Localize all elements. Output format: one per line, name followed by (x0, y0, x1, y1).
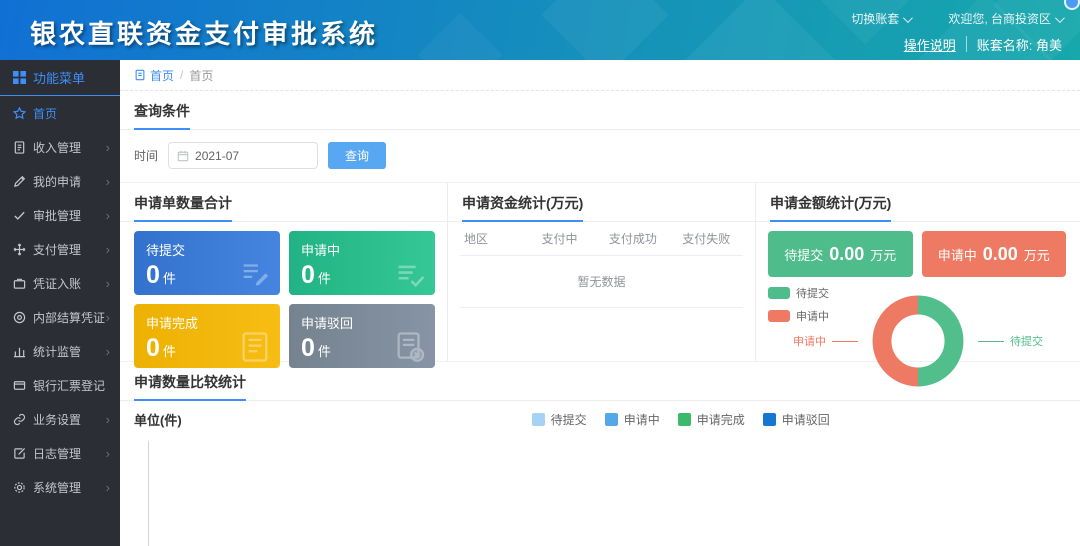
sidebar-item-approval-management[interactable]: 审批管理› (0, 198, 120, 232)
chevron-down-icon (903, 13, 913, 23)
sidebar-item-my-applications[interactable]: 我的申请› (0, 164, 120, 198)
summary-section-title: 申请单数量合计 (134, 193, 232, 222)
query-button[interactable]: 查询 (328, 142, 386, 169)
stat-card-applying[interactable]: 申请中 0件 (289, 231, 435, 295)
funds-col-paying: 支付中 (523, 230, 596, 247)
legend-swatch (532, 413, 545, 426)
edit-icon (13, 447, 26, 460)
sidebar-item-log-management[interactable]: 日志管理› (0, 436, 120, 470)
sidebar-item-income-management[interactable]: 收入管理› (0, 130, 120, 164)
header-decoration (675, 0, 845, 60)
chevron-right-icon: › (106, 412, 110, 427)
sidebar-header-menu: 功能菜单 (0, 60, 120, 96)
sidebar-item-statistics-supervision[interactable]: 统计监管› (0, 334, 120, 368)
calendar-icon (177, 150, 189, 162)
funds-col-success: 支付成功 (596, 230, 669, 247)
query-section-title: 查询条件 (134, 101, 190, 130)
sidebar-item-home[interactable]: 首页 (0, 96, 120, 130)
chevron-right-icon: › (106, 208, 110, 223)
funds-empty-text: 暂无数据 (460, 256, 743, 308)
pencil-icon (13, 175, 26, 188)
welcome-user-dropdown[interactable]: 欢迎您, 台商投资区 (948, 10, 1062, 27)
legend-swatch (678, 413, 691, 426)
gear-icon (13, 481, 26, 494)
move-icon (13, 243, 26, 256)
breadcrumb-current: 首页 (189, 67, 213, 84)
list-check-icon (393, 257, 427, 291)
stat-card-rejected[interactable]: 申请驳回 0件 (289, 304, 435, 368)
donut-label-applying: 申请中 (793, 333, 826, 349)
amount-box-applying[interactable]: 申请中0.00万元 (922, 231, 1067, 277)
legend-swatch (605, 413, 618, 426)
donut-label-pending-submit: 待提交 (1010, 333, 1043, 349)
card-icon (13, 379, 26, 392)
switch-account-button[interactable]: 切换账套 (851, 10, 910, 27)
chevron-right-icon: › (106, 480, 110, 495)
time-picker-input[interactable]: 2021-07 (168, 142, 318, 169)
header-decoration (418, 13, 503, 60)
sidebar-item-system-management[interactable]: 系统管理› (0, 470, 120, 504)
home-star-icon (13, 107, 26, 120)
link-icon (13, 413, 26, 426)
funds-col-region: 地区 (460, 230, 523, 247)
legend-swatch (763, 413, 776, 426)
grid-icon (13, 71, 26, 84)
sidebar-item-voucher-entry[interactable]: 凭证入账› (0, 266, 120, 300)
document-lines-icon (238, 330, 272, 364)
amount-donut-chart: 待提交 申请中 申请中 待提交 (756, 285, 1080, 397)
chevron-right-icon: › (106, 310, 110, 325)
briefcase-icon (13, 277, 26, 290)
breadcrumb-home[interactable]: 首页 (134, 67, 174, 84)
chevron-right-icon: › (106, 174, 110, 189)
legend-swatch (768, 287, 790, 299)
donut-pie[interactable] (864, 287, 972, 395)
amount-box-pending-submit[interactable]: 待提交0.00万元 (768, 231, 913, 277)
legend-rejected[interactable]: 申请驳回 (763, 411, 830, 428)
account-name-label: 账套名称: 角美 (977, 35, 1062, 54)
legend-completed[interactable]: 申请完成 (678, 411, 745, 428)
app-title: 银农直联资金支付审批系统 (30, 14, 378, 51)
sidebar-item-payment-management[interactable]: 支付管理› (0, 232, 120, 266)
chevron-right-icon: › (106, 344, 110, 359)
breadcrumb: 首页 / 首页 (120, 60, 1080, 91)
divider (966, 36, 967, 52)
funds-col-failed: 支付失败 (670, 230, 743, 247)
stat-card-completed[interactable]: 申请完成 0件 (134, 304, 280, 368)
page-icon (134, 69, 146, 81)
legend-applying[interactable]: 申请中 (605, 411, 660, 428)
document-icon (13, 141, 26, 154)
sidebar-item-bank-draft-registration[interactable]: 银行汇票登记 (0, 368, 120, 402)
breadcrumb-separator: / (180, 68, 183, 82)
bar-chart-icon (13, 345, 26, 358)
document-reject-icon (393, 330, 427, 364)
header-decoration (541, 0, 668, 60)
amount-section-title: 申请金额统计(万元) (770, 193, 891, 222)
stat-card-pending-submit[interactable]: 待提交 0件 (134, 231, 280, 295)
app-header: 银农直联资金支付审批系统 切换账套 欢迎您, 台商投资区 操作说明 账套名称: … (0, 0, 1080, 60)
chevron-right-icon: › (106, 446, 110, 461)
time-label: 时间 (134, 147, 158, 164)
target-icon (13, 311, 26, 324)
comparison-section-title: 申请数量比较统计 (134, 372, 246, 401)
chevron-right-icon: › (106, 276, 110, 291)
donut-label-line (832, 341, 858, 342)
chevron-right-icon: › (106, 140, 110, 155)
sidebar-item-business-settings[interactable]: 业务设置› (0, 402, 120, 436)
check-icon (13, 209, 26, 222)
legend-swatch (768, 310, 790, 322)
funds-table: 地区 支付中 支付成功 支付失败 暂无数据 (448, 222, 755, 308)
legend-pending-submit[interactable]: 待提交 (532, 411, 587, 428)
edit-document-icon (238, 257, 272, 291)
chart-unit-label: 单位(件) (134, 410, 182, 429)
operation-guide-link[interactable]: 操作说明 (904, 35, 956, 54)
sidebar: 功能菜单 首页 收入管理› 我的申请› 审批管理› 支付管理› 凭证入账› (0, 60, 120, 546)
funds-section-title: 申请资金统计(万元) (462, 193, 583, 222)
donut-label-line (978, 341, 1004, 342)
comparison-chart-plot (148, 441, 1066, 546)
sidebar-item-internal-settlement-voucher[interactable]: 内部结算凭证› (0, 300, 120, 334)
chevron-right-icon: › (106, 242, 110, 257)
